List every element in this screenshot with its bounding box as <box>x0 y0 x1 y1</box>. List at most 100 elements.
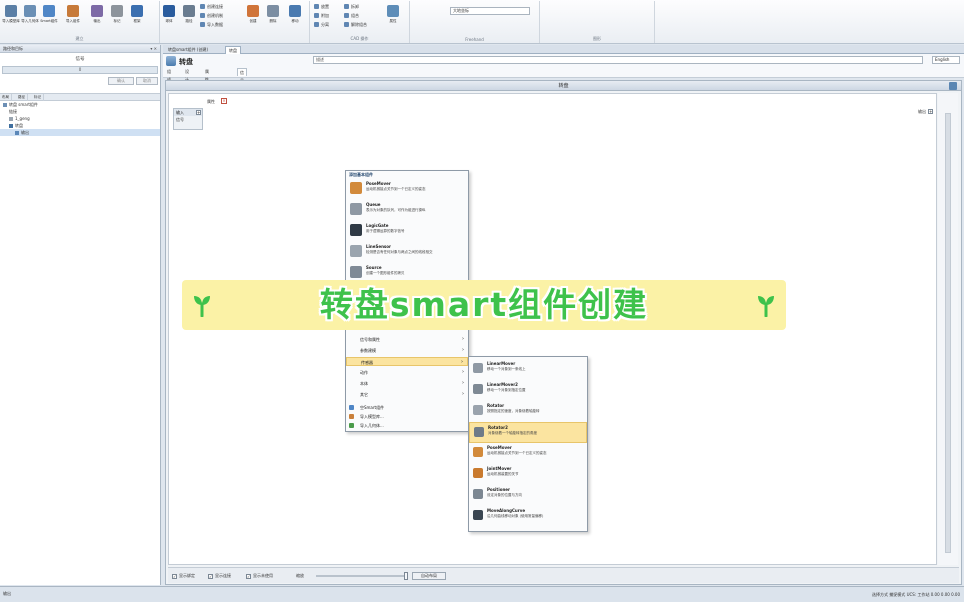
doc-tab-station[interactable]: 转盘smart组件 (创建) <box>165 46 211 54</box>
move-icon <box>289 5 301 17</box>
ribbon-button-11[interactable]: 删除 <box>264 4 282 32</box>
input-box[interactable]: 输入 + 信号 <box>173 108 203 130</box>
submenu-modeling[interactable]: 参数建模 › <box>346 346 468 355</box>
tab-tags[interactable]: 标记 <box>32 94 44 101</box>
submenu-item-posemover[interactable]: PoseMover 运动机械接点关节到一个已定义的姿态 <box>469 443 587 464</box>
add-input-icon[interactable]: + <box>196 110 201 115</box>
ribbon-button-12[interactable]: 移动 <box>286 4 304 32</box>
ribbon-button-1[interactable]: 导入模型库 <box>2 4 20 32</box>
link-icon <box>200 4 205 9</box>
doc-tab-turntable[interactable]: 转盘 <box>225 46 241 54</box>
confirm-button[interactable]: 确认 <box>108 77 134 85</box>
geometry-icon <box>9 117 13 121</box>
ribbon-button-9[interactable]: 路径 <box>180 4 198 32</box>
group-icon <box>344 13 349 18</box>
submenu-item-linearmover2[interactable]: LinearMover2 移动一个对象到指定位置 <box>469 380 587 401</box>
submenu-item-positioner[interactable]: Positioner 设定对象的位置与方向 <box>469 485 587 506</box>
tab-layout[interactable]: 布局 <box>0 94 12 101</box>
add-output-icon[interactable]: + <box>928 109 933 114</box>
ribbon-small-3[interactable]: 导入数据 <box>200 21 223 29</box>
signal-value-field[interactable]: 0 <box>2 66 158 74</box>
zoom-slider-knob[interactable] <box>404 572 408 580</box>
tab-signals[interactable]: 信号和连接 <box>237 68 247 107</box>
ribbon-small-8[interactable]: 组合 <box>344 12 359 20</box>
rotator2-icon <box>474 427 484 437</box>
detach-icon <box>314 22 319 27</box>
tree-item-output[interactable]: 输出 <box>0 129 160 136</box>
ribbon-button-8[interactable]: 球体 <box>160 4 178 32</box>
tree-item-geometry[interactable]: 1_geng <box>0 115 160 122</box>
sphere-icon <box>163 5 175 17</box>
reference-combo[interactable]: 大地坐标 <box>450 7 530 15</box>
ribbon-small-4[interactable]: 放置 <box>314 3 329 11</box>
ribbon-small-1[interactable]: 创建连接 <box>200 3 223 11</box>
tab-design[interactable]: 设计 <box>183 68 191 82</box>
menu-import-library[interactable]: 导入模型库... <box>346 412 468 421</box>
menu-empty-smart[interactable]: 空Smart组件 <box>346 403 468 412</box>
ribbon-small-6[interactable]: 分离 <box>314 21 329 29</box>
submenu-item-rotator[interactable]: Rotator 按照指定的速度，对象绕着轴旋转 <box>469 401 587 422</box>
tree-item-links[interactable]: 链接 <box>0 108 160 115</box>
ribbon-small-7[interactable]: 拆卸 <box>344 3 359 11</box>
ribbon-button-4[interactable]: 导入组件 <box>64 4 82 32</box>
show-connections-checkbox[interactable]: ✓ 显示连接 <box>208 572 231 580</box>
canvas-scrollbar[interactable] <box>938 93 958 565</box>
scrollbar-thumb[interactable] <box>945 113 951 553</box>
menu-item-queue[interactable]: Queue 表示为对象的队列，可作为组进行操纵 <box>346 200 468 221</box>
context-menu-title: 添加基本组件 <box>349 172 373 177</box>
ribbon-button-7[interactable]: 框架 <box>128 4 146 32</box>
left-panel: 路径和目标 ▾ ✕ 信号 0 确认 取消 布局 路径 标记 转盘 smart组件 … <box>0 45 161 585</box>
pin-icon[interactable]: ▾ ✕ <box>150 45 157 53</box>
submenu-body[interactable]: 本体 › <box>346 379 468 388</box>
menu-item-linesensor[interactable]: LineSensor 检测是否有任何对象与两点之间的线段相交 <box>346 242 468 263</box>
tab-properties[interactable]: 属性与连结 <box>203 68 211 106</box>
tree-item-turntable[interactable]: 转盘 <box>0 122 160 129</box>
menu-item-posemover[interactable]: PoseMover 运动机械接点关节到一个已定义的姿态 <box>346 179 468 200</box>
input-box-header: 输入 + <box>174 109 202 116</box>
output-box[interactable]: 输出 + <box>912 108 934 116</box>
ribbon-group-label: 图形 <box>593 36 601 41</box>
canvas-options-icon[interactable] <box>949 82 957 90</box>
zoom-slider[interactable] <box>316 572 408 580</box>
ribbon-button-13[interactable]: 属性 <box>384 4 402 32</box>
ribbon-small-9[interactable]: 解除组合 <box>344 21 367 29</box>
ribbon-small-2[interactable]: 创建机制 <box>200 12 223 20</box>
properties-close-icon[interactable]: × <box>221 98 227 104</box>
status-output-label: 输出 <box>3 591 11 596</box>
submenu-item-movealongcurve[interactable]: MoveAlongCurve 沿几何曲线移动对象 (使用常量偏移) <box>469 506 587 527</box>
smart-component-icon <box>349 405 354 410</box>
input-signal-row[interactable]: 信号 <box>174 116 202 123</box>
submenu-item-rotator2[interactable]: Rotator2 对象绕着一个轴旋转指定的角度 <box>469 422 587 443</box>
ribbon-button-5[interactable]: 输出 <box>88 4 106 32</box>
show-bindings-checkbox[interactable]: ✓ 显示绑定 <box>172 572 195 580</box>
submenu-actions[interactable]: 动作 › <box>346 368 468 377</box>
ribbon-button-2[interactable]: 导入几何体 <box>21 4 39 32</box>
menu-item-logicgate[interactable]: LogicGate 用于逻辑运算的数字信号 <box>346 221 468 242</box>
tree-item-root[interactable]: 转盘 smart组件 <box>0 101 160 108</box>
caption-text: 转盘smart组件创建 <box>319 285 649 324</box>
logic-gate-icon <box>350 224 362 236</box>
submenu-signals[interactable]: 信号和属性 › <box>346 335 468 344</box>
ribbon-group-place: 放置 附加 分离 拆卸 组合 解除组合 属性 CAD 操作 <box>310 1 410 43</box>
submenu-sensors[interactable]: 传感器 › <box>346 357 468 366</box>
ribbon-group-build: 导入模型库 导入几何体 Smart组件 导入组件 输出 标记 框架 建立 <box>0 1 160 43</box>
ribbon-button-3[interactable]: Smart组件 <box>40 4 58 32</box>
ribbon-button-6[interactable]: 标记 <box>108 4 126 32</box>
cancel-button[interactable]: 取消 <box>136 77 158 85</box>
linear-mover-icon <box>473 363 483 373</box>
tab-paths[interactable]: 路径 <box>16 94 28 101</box>
ribbon-button-10[interactable]: 创建 <box>244 4 262 32</box>
auto-layout-button[interactable]: 自动布局 <box>412 572 446 580</box>
canvas-bottom-bar: ✓ 显示绑定 ✓ 显示连接 ✓ 显示未使用 缩放 自动布局 <box>168 567 959 583</box>
tab-compose[interactable]: 组成 <box>165 68 173 82</box>
submenu-other[interactable]: 其它 › <box>346 390 468 399</box>
caption-banner: 转盘smart组件创建 <box>182 280 786 330</box>
menu-import-geometry[interactable]: 导入几何体... <box>346 421 468 430</box>
signal-label: 信号 <box>75 57 85 62</box>
description-input[interactable]: 描述 <box>313 56 923 64</box>
ribbon-small-5[interactable]: 附加 <box>314 12 329 20</box>
submenu-item-linearmover[interactable]: LinearMover 移动一个对象到一条线上 <box>469 359 587 380</box>
submenu-item-jointmover[interactable]: JointMover 运动机械装置的关节 <box>469 464 587 485</box>
show-unused-checkbox[interactable]: ✓ 显示未使用 <box>246 572 273 580</box>
language-select[interactable]: English <box>932 56 960 64</box>
